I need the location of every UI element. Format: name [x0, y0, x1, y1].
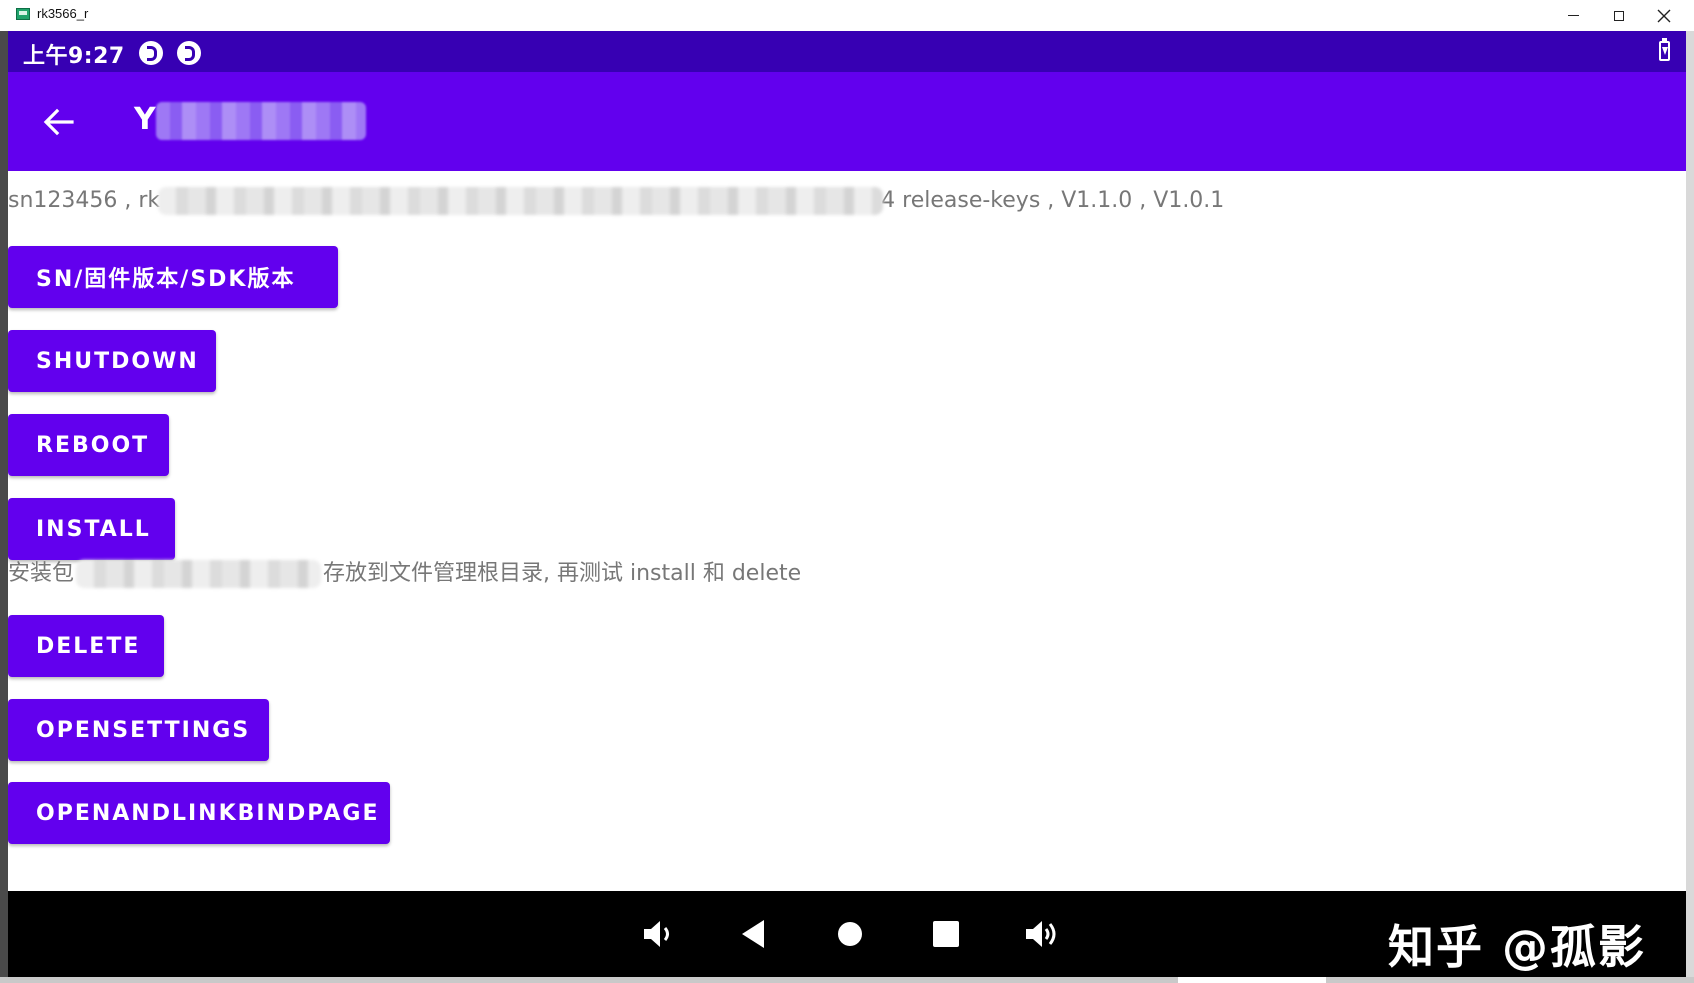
arrow-left-icon[interactable]: [42, 105, 76, 139]
zhihu-watermark: 知乎 @孤影: [1388, 920, 1647, 974]
device-info-prefix: sn123456 , rk: [8, 188, 161, 213]
close-icon: [1657, 9, 1671, 22]
screenshot-root: rk3566_r 上午9:27 Y sn123456 , rk 4 releas…: [0, 0, 1694, 983]
status-time: 上午9:27: [23, 44, 125, 69]
redacted-firmware: [158, 187, 884, 215]
battery-charging-icon: [1659, 38, 1670, 61]
minimize-button[interactable]: [1550, 0, 1596, 31]
open-andlink-bind-page-button[interactable]: OPENANDLINKBINDPAGE: [8, 782, 390, 844]
app-bar: Y: [8, 72, 1686, 171]
square-recent-icon[interactable]: [926, 914, 966, 954]
reboot-button[interactable]: REBOOT: [8, 414, 169, 476]
install-note-suffix: 存放到文件管理根目录, 再测试 install 和 delete: [323, 561, 802, 586]
taskbar-edge: [0, 977, 1694, 983]
background-window-edge: [0, 31, 8, 983]
android-screen: 上午9:27 Y sn123456 , rk 4 release-keys , V…: [8, 31, 1686, 977]
shutdown-button[interactable]: SHUTDOWN: [8, 330, 216, 392]
sn-firmware-sdk-button[interactable]: SN/固件版本/SDK版本: [8, 246, 338, 308]
window-title: rk3566_r: [37, 6, 89, 21]
status-bar: 上午9:27: [8, 31, 1686, 72]
redacted-title: [156, 102, 366, 140]
device-info-text: sn123456 , rk 4 release-keys , V1.1.0 , V…: [8, 187, 1224, 215]
notification-icon: [177, 41, 201, 65]
volume-down-icon[interactable]: [638, 914, 678, 954]
open-settings-button[interactable]: OPENSETTINGS: [8, 699, 269, 761]
background-window-edge-right: [1686, 31, 1694, 983]
delete-button[interactable]: DELETE: [8, 615, 164, 677]
install-note-text: 安装包 存放到文件管理根目录, 再测试 install 和 delete: [8, 555, 801, 588]
emulator-app-icon: [16, 8, 30, 20]
device-info-suffix: 4 release-keys , V1.1.0 , V1.0.1: [881, 188, 1225, 213]
install-button[interactable]: INSTALL: [8, 498, 175, 560]
maximize-button[interactable]: [1596, 0, 1642, 31]
volume-up-icon[interactable]: [1022, 914, 1062, 954]
triangle-back-icon[interactable]: [734, 914, 774, 954]
install-note-prefix: 安装包: [8, 561, 75, 586]
minimize-icon: [1567, 15, 1579, 16]
redacted-package-name: [76, 560, 322, 588]
taskbar-segment: [1178, 977, 1326, 983]
close-button[interactable]: [1641, 0, 1687, 31]
maximize-icon: [1614, 10, 1624, 21]
app-title: Y: [134, 102, 156, 137]
notification-icon: [139, 41, 163, 65]
circle-home-icon[interactable]: [830, 914, 870, 954]
window-titlebar[interactable]: rk3566_r: [0, 0, 1694, 32]
